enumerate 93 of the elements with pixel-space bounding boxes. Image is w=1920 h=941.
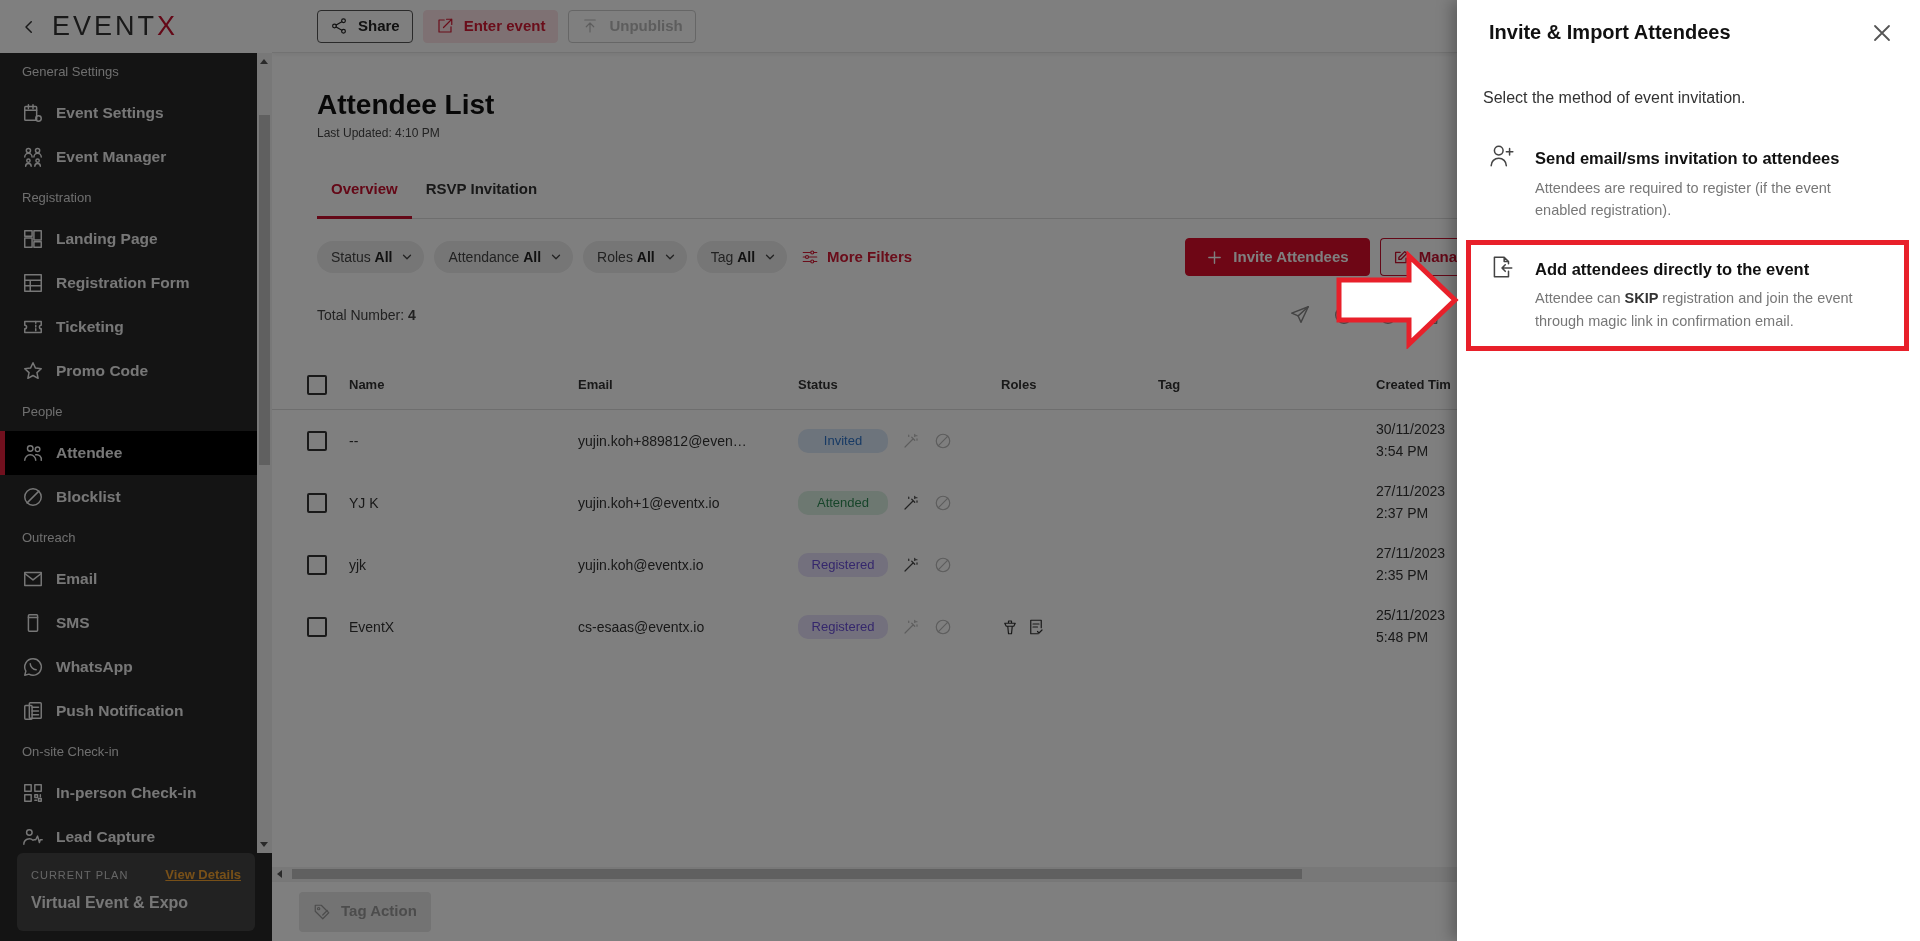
status-label: Registered xyxy=(798,553,888,577)
section-label: Registration xyxy=(21,189,93,208)
status-label: Attended xyxy=(798,491,888,515)
sidebar-item[interactable]: SMS xyxy=(0,601,257,645)
tab[interactable]: RSVP Invitation xyxy=(411,165,552,220)
podium-icon xyxy=(1001,618,1019,637)
table-icon xyxy=(22,272,44,294)
share-icon xyxy=(330,17,348,35)
person-add-icon xyxy=(1489,143,1515,169)
invitation-option[interactable]: Add attendees directly to the event Attendee can SKIP registration and join the event through magic link in confirmation email. xyxy=(1466,239,1909,352)
email-cell-text: yujin.koh+889812@even… xyxy=(578,431,748,451)
toolbar-button[interactable]: Enter event xyxy=(422,9,559,43)
plan-label: CURRENT PLAN xyxy=(31,867,129,883)
people-group-icon xyxy=(22,146,44,168)
person-pulse-icon xyxy=(22,826,44,848)
eventx-logo[interactable]: EVENTX xyxy=(52,13,179,40)
plan-name: Virtual Event & Expo xyxy=(31,892,190,913)
column-header: Email xyxy=(578,375,614,394)
name-cell-text: EventX xyxy=(349,617,396,637)
sidebar-item[interactable]: Landing Page xyxy=(0,217,257,261)
section-label: People xyxy=(21,403,64,422)
plus-icon xyxy=(1206,248,1224,266)
column-header: Tag xyxy=(1158,375,1182,394)
invitation-option[interactable]: Send email/sms invitation to attendees Attendees are required to register (if the event enabled registration). xyxy=(1483,136,1894,234)
created-time-cell-text: 27/11/2023 2:37 PM xyxy=(1376,482,1447,524)
filter-dropdown[interactable]: Tag All xyxy=(696,241,788,274)
name-cell-text: -- xyxy=(349,431,360,451)
row-checkbox[interactable] xyxy=(307,431,327,452)
select-all-checkbox[interactable] xyxy=(307,374,327,395)
layout-grid-icon xyxy=(22,228,44,250)
status-label: Registered xyxy=(798,615,888,639)
created-time-cell-text: 30/11/2023 3:54 PM xyxy=(1376,420,1447,462)
sidebar-item[interactable]: Promo Code xyxy=(0,349,257,393)
section-label: General Settings xyxy=(21,63,120,82)
created-time-cell-text: 27/11/2023 2:35 PM xyxy=(1376,544,1447,586)
email-cell-text: yujin.koh+1@eventx.io xyxy=(578,493,721,513)
block-icon xyxy=(22,486,44,508)
notification-list-icon xyxy=(22,700,44,722)
row-checkbox[interactable] xyxy=(307,617,327,638)
tab[interactable]: Overview xyxy=(317,165,412,220)
more-filters-button[interactable]: More Filters xyxy=(797,245,917,269)
option-description: Attendee can SKIP registration and join the event through magic link in confirmation email. xyxy=(1535,289,1854,331)
sidebar-item[interactable]: Ticketing xyxy=(0,305,257,349)
sidebar-item[interactable]: Blocklist xyxy=(0,475,257,519)
filter-dropdown[interactable]: Roles All xyxy=(583,241,687,274)
toolbar-button[interactable]: Share xyxy=(317,9,413,43)
checklist-icon xyxy=(1027,618,1045,637)
external-link-icon xyxy=(435,17,454,35)
star-icon xyxy=(22,360,44,382)
sidebar-item[interactable]: Event Settings xyxy=(0,91,257,135)
sidebar-item[interactable]: Lead Capture xyxy=(0,815,257,853)
column-header: Created Tim xyxy=(1376,375,1452,394)
section-label: Outreach xyxy=(21,529,77,548)
option-title: Add attendees directly to the event xyxy=(1535,258,1811,280)
view-details-link[interactable]: View Details xyxy=(165,865,241,885)
last-updated-text: Last Updated: 4:10 PM xyxy=(317,124,441,142)
horizontal-scrollbar[interactable] xyxy=(272,867,1457,881)
total-number-text: Total Number: 4 xyxy=(317,305,416,325)
invite-attendees-button[interactable]: Invite Attendees xyxy=(1185,238,1370,277)
qr-code-icon xyxy=(22,782,44,804)
sidebar-item[interactable]: Email xyxy=(0,557,257,601)
option-title: Send email/sms invitation to attendees xyxy=(1535,148,1841,169)
sidebar-item[interactable]: Attendee xyxy=(0,431,257,475)
sidebar-item[interactable]: WhatsApp xyxy=(0,645,257,689)
email-cell-text: cs-esaas@eventx.io xyxy=(578,617,706,637)
sidebar-item[interactable]: In-person Check-in xyxy=(0,771,257,815)
sidebar-item[interactable]: Push Notification xyxy=(0,689,257,733)
vertical-scrollbar[interactable] xyxy=(257,53,272,853)
chat-bubble-icon xyxy=(22,656,44,678)
drawer-subtitle: Select the method of event invitation. xyxy=(1483,88,1747,108)
created-time-cell-text: 25/11/2023 5:48 PM xyxy=(1376,606,1447,648)
status-label: Invited xyxy=(798,429,888,453)
email-cell-text: yujin.koh@eventx.io xyxy=(578,555,705,575)
name-cell-text: yjk xyxy=(349,555,368,575)
column-header: Roles xyxy=(1001,375,1038,394)
column-header: Name xyxy=(349,375,386,394)
section-label: On-site Check-in xyxy=(21,743,120,762)
sliders-icon xyxy=(801,248,820,267)
row-checkbox[interactable] xyxy=(307,555,327,576)
drawer-title: Invite & Import Attendees xyxy=(1489,20,1731,44)
option-description: Attendees are required to register (if the event enabled registration). xyxy=(1535,178,1832,221)
sidebar-item[interactable]: Event Manager xyxy=(0,135,257,179)
column-header: Status xyxy=(798,375,839,394)
filter-dropdown[interactable]: Attendance All xyxy=(434,241,574,274)
page-title: Attendee List xyxy=(317,88,496,122)
calendar-gear-icon xyxy=(22,102,44,124)
row-checkbox[interactable] xyxy=(307,493,327,514)
filter-dropdown[interactable]: Status All xyxy=(317,241,425,274)
name-cell-text: YJ K xyxy=(349,493,380,513)
people-icon xyxy=(22,442,44,464)
tag-icon xyxy=(313,902,331,921)
sidebar-item[interactable]: Registration Form xyxy=(0,261,257,305)
pencil-icon xyxy=(1393,248,1409,266)
